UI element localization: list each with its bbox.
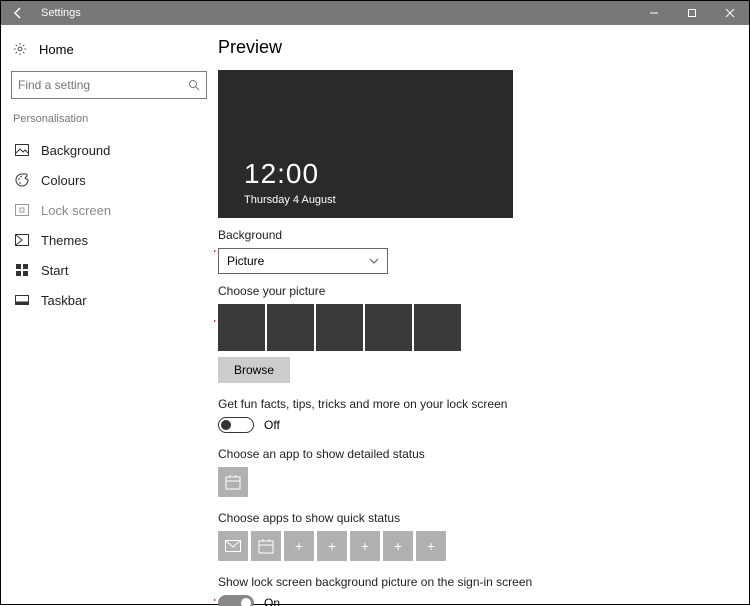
browse-button[interactable]: Browse	[218, 357, 290, 383]
preview-date: Thursday 4 August	[244, 194, 336, 206]
search-icon	[188, 79, 200, 91]
quick-status-app-add[interactable]: +	[350, 531, 380, 561]
picture-thumbnail[interactable]	[414, 304, 461, 351]
preview-time: 12:00	[244, 158, 319, 190]
sidebar-item-colours[interactable]: Colours	[11, 165, 204, 195]
picture-icon	[13, 144, 31, 156]
annotation-arrow-icon	[214, 589, 216, 606]
sidebar-item-label: Start	[41, 263, 68, 278]
annotation-arrow-icon	[214, 240, 216, 262]
plus-icon: +	[361, 538, 369, 554]
titlebar: Settings	[1, 1, 749, 25]
search-box[interactable]	[11, 71, 207, 99]
browse-label: Browse	[234, 363, 274, 377]
dropdown-value: Picture	[227, 254, 264, 268]
sidebar-item-themes[interactable]: Themes	[11, 225, 204, 255]
maximize-button[interactable]	[673, 1, 711, 25]
themes-icon	[13, 234, 31, 246]
plus-icon: +	[295, 538, 303, 554]
sidebar-item-label: Colours	[41, 173, 86, 188]
sidebar: Home Personalisation Background Colours	[1, 25, 214, 606]
picture-thumbnail[interactable]	[365, 304, 412, 351]
quick-status-app-mail[interactable]	[218, 531, 248, 561]
annotation-arrow-icon	[214, 310, 216, 332]
sidebar-item-background[interactable]: Background	[11, 135, 204, 165]
minimize-button[interactable]	[635, 1, 673, 25]
signin-bg-label: Show lock screen background picture on t…	[218, 575, 733, 589]
quick-status-app-add[interactable]: +	[416, 531, 446, 561]
background-label: Background	[218, 228, 733, 242]
choose-picture-label: Choose your picture	[218, 284, 733, 298]
sidebar-item-label: Taskbar	[41, 293, 87, 308]
close-button[interactable]	[711, 1, 749, 25]
window-controls	[635, 1, 749, 25]
sidebar-item-label: Themes	[41, 233, 88, 248]
sidebar-item-taskbar[interactable]: Taskbar	[11, 285, 204, 315]
gear-icon	[11, 42, 29, 56]
quick-status-app-add[interactable]: +	[317, 531, 347, 561]
detailed-status-app[interactable]	[218, 467, 248, 497]
quick-status-label: Choose apps to show quick status	[218, 511, 733, 525]
plus-icon: +	[328, 538, 336, 554]
back-button[interactable]	[1, 1, 35, 25]
sidebar-item-start[interactable]: Start	[11, 255, 204, 285]
picture-thumbnails	[218, 304, 733, 351]
picture-thumbnail[interactable]	[316, 304, 363, 351]
fun-facts-label: Get fun facts, tips, tricks and more on …	[218, 397, 733, 411]
background-dropdown[interactable]: Picture	[218, 248, 388, 274]
quick-status-app-add[interactable]: +	[383, 531, 413, 561]
window-title: Settings	[41, 7, 81, 19]
palette-icon	[13, 173, 31, 187]
search-input[interactable]	[18, 78, 188, 92]
home-nav[interactable]: Home	[11, 35, 204, 63]
plus-icon: +	[394, 538, 402, 554]
preview-heading: Preview	[218, 37, 733, 58]
home-label: Home	[39, 42, 74, 57]
detailed-status-label: Choose an app to show detailed status	[218, 447, 733, 461]
fun-facts-toggle[interactable]	[218, 417, 254, 433]
signin-bg-toggle[interactable]	[218, 595, 254, 606]
fun-facts-value: Off	[264, 418, 280, 432]
main-content: Preview 12:00 Thursday 4 August Backgrou…	[214, 25, 749, 606]
sidebar-item-lock-screen[interactable]: Lock screen	[11, 195, 204, 225]
picture-thumbnail[interactable]	[267, 304, 314, 351]
plus-icon: +	[427, 538, 435, 554]
start-icon	[13, 264, 31, 276]
lock-screen-preview: 12:00 Thursday 4 August	[218, 70, 513, 218]
sidebar-item-label: Lock screen	[41, 203, 111, 218]
picture-thumbnail[interactable]	[218, 304, 265, 351]
quick-status-app-calendar[interactable]	[251, 531, 281, 561]
section-label: Personalisation	[11, 113, 204, 125]
chevron-down-icon	[369, 258, 379, 264]
sidebar-item-label: Background	[41, 143, 110, 158]
lock-screen-icon	[13, 204, 31, 216]
taskbar-icon	[13, 295, 31, 305]
quick-status-app-add[interactable]: +	[284, 531, 314, 561]
